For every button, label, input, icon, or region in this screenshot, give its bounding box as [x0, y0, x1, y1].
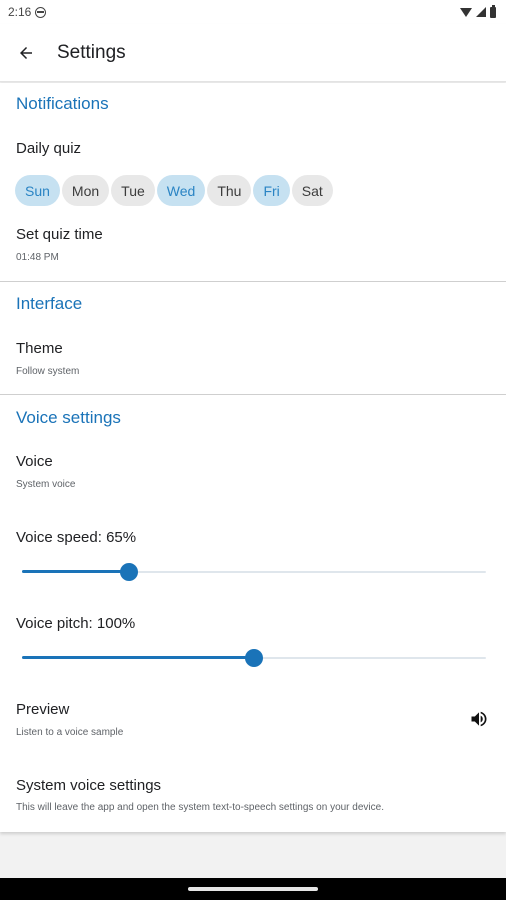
slider-thumb[interactable] — [119, 563, 138, 581]
voice-pitch-label: Voice pitch: 100% — [16, 615, 136, 632]
system-voice-settings-row[interactable]: System voice settings This will leave th… — [0, 769, 506, 819]
page-title: Settings — [57, 41, 126, 63]
day-chip-wed[interactable]: Wed — [156, 175, 206, 206]
voice-speed-slider[interactable] — [22, 560, 486, 584]
section-header-interface: Interface — [16, 294, 83, 313]
wifi-icon — [460, 7, 472, 17]
signal-icon — [476, 7, 486, 17]
slider-fill — [22, 570, 129, 573]
voice-label: Voice — [16, 453, 53, 470]
voice-value: System voice — [16, 479, 76, 490]
set-quiz-time-row[interactable]: Set quiz time 01:48 PM — [0, 217, 506, 275]
theme-label: Theme — [16, 340, 63, 357]
divider — [0, 394, 506, 395]
home-handle[interactable] — [188, 887, 318, 891]
app-bar: Settings — [0, 24, 506, 82]
day-chip-sun[interactable]: Sun — [15, 175, 60, 206]
preview-button[interactable] — [466, 708, 492, 730]
do-not-disturb-icon — [35, 6, 47, 18]
back-button[interactable] — [6, 33, 46, 73]
theme-row[interactable]: Theme Follow system — [0, 331, 506, 389]
status-right — [460, 4, 496, 18]
voice-speed-label: Voice speed: 65% — [16, 529, 137, 546]
section-header-voice: Voice settings — [16, 408, 121, 427]
voice-pitch-slider[interactable] — [22, 646, 486, 670]
speaker-icon — [471, 711, 487, 727]
preview-subtitle: Listen to a voice sample — [16, 727, 124, 738]
day-selector: Sun Mon Tue Wed Thu Fri Sat — [15, 175, 333, 206]
daily-quiz-label: Daily quiz — [16, 140, 82, 157]
settings-list: Notifications Daily quiz Sun Mon Tue Wed Thu… — [0, 83, 506, 832]
day-chip-sat[interactable]: Sat — [291, 175, 333, 206]
day-chip-tue[interactable]: Tue — [111, 175, 155, 206]
divider — [0, 281, 506, 282]
system-voice-settings-subtitle: This will leave the app and open the sys… — [16, 802, 384, 813]
status-left: 2:16 — [8, 5, 47, 19]
set-quiz-time-label: Set quiz time — [16, 226, 103, 243]
theme-value: Follow system — [16, 366, 80, 377]
status-time: 2:16 — [8, 5, 32, 19]
day-chip-fri[interactable]: Fri — [253, 175, 290, 206]
day-chip-thu[interactable]: Thu — [207, 175, 252, 206]
preview-row[interactable]: Preview Listen to a voice sample — [0, 692, 506, 750]
arrow-left-icon — [20, 46, 32, 59]
day-chip-mon[interactable]: Mon — [61, 175, 110, 206]
section-header-notifications: Notifications — [16, 94, 109, 113]
voice-row[interactable]: Voice System voice — [0, 444, 506, 502]
preview-label: Preview — [16, 701, 70, 718]
system-voice-settings-label: System voice settings — [16, 777, 162, 794]
slider-fill — [22, 656, 254, 659]
status-bar: 2:16 — [0, 0, 506, 24]
battery-icon — [490, 4, 496, 18]
navigation-bar — [0, 878, 506, 900]
slider-thumb[interactable] — [245, 649, 263, 667]
quiz-time-value: 01:48 PM — [16, 252, 59, 263]
